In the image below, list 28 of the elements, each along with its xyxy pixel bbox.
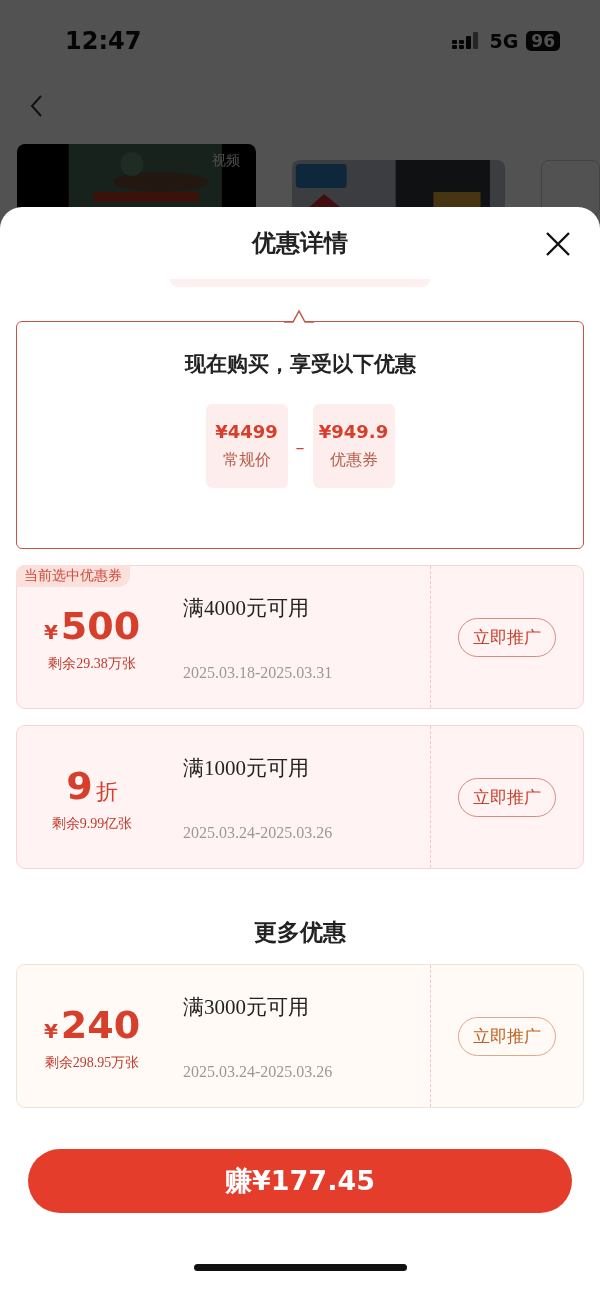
coupon-value: ¥500: [43, 607, 141, 645]
remaining-count: 剩余298.95万张: [44, 1054, 140, 1072]
validity-dates: 2025.03.24-2025.03.26: [183, 1063, 334, 1081]
battery-level: 96: [526, 31, 560, 51]
back-icon[interactable]: [29, 94, 43, 118]
validity-dates: 2025.03.18-2025.03.31: [183, 664, 334, 682]
section-heading: 更多优惠: [254, 918, 346, 947]
sheet-title: 优惠详情: [252, 228, 348, 259]
coupon-condition: 满3000元可用: [183, 994, 310, 1021]
selected-tag: 当前选中优惠券: [16, 565, 130, 587]
summary-heading: 现在购买，享受以下优惠: [184, 351, 416, 378]
status-time: 12:47: [65, 27, 142, 55]
validity-dates: 2025.03.24-2025.03.26: [183, 824, 334, 842]
coupon-condition: 满4000元可用: [183, 595, 310, 622]
close-icon[interactable]: [545, 231, 571, 257]
coupon-value: 9 折: [66, 767, 118, 805]
price-label: 优惠券: [329, 450, 378, 471]
coupon-value: ¥240: [43, 1006, 141, 1044]
price-amount: ¥4499: [215, 421, 278, 442]
earn-button[interactable]: 赚¥177.45: [28, 1149, 572, 1213]
minus-sign: –: [295, 435, 305, 457]
price-amount: ¥949.9: [318, 421, 389, 442]
price-label: 常规价: [222, 450, 271, 471]
remaining-count: 剩余29.38万张: [48, 655, 136, 673]
video-label: 视频: [212, 152, 241, 170]
remaining-count: 剩余9.99亿张: [51, 815, 133, 833]
network-label: 5G: [489, 30, 519, 52]
coupon-condition: 满1000元可用: [183, 755, 310, 782]
